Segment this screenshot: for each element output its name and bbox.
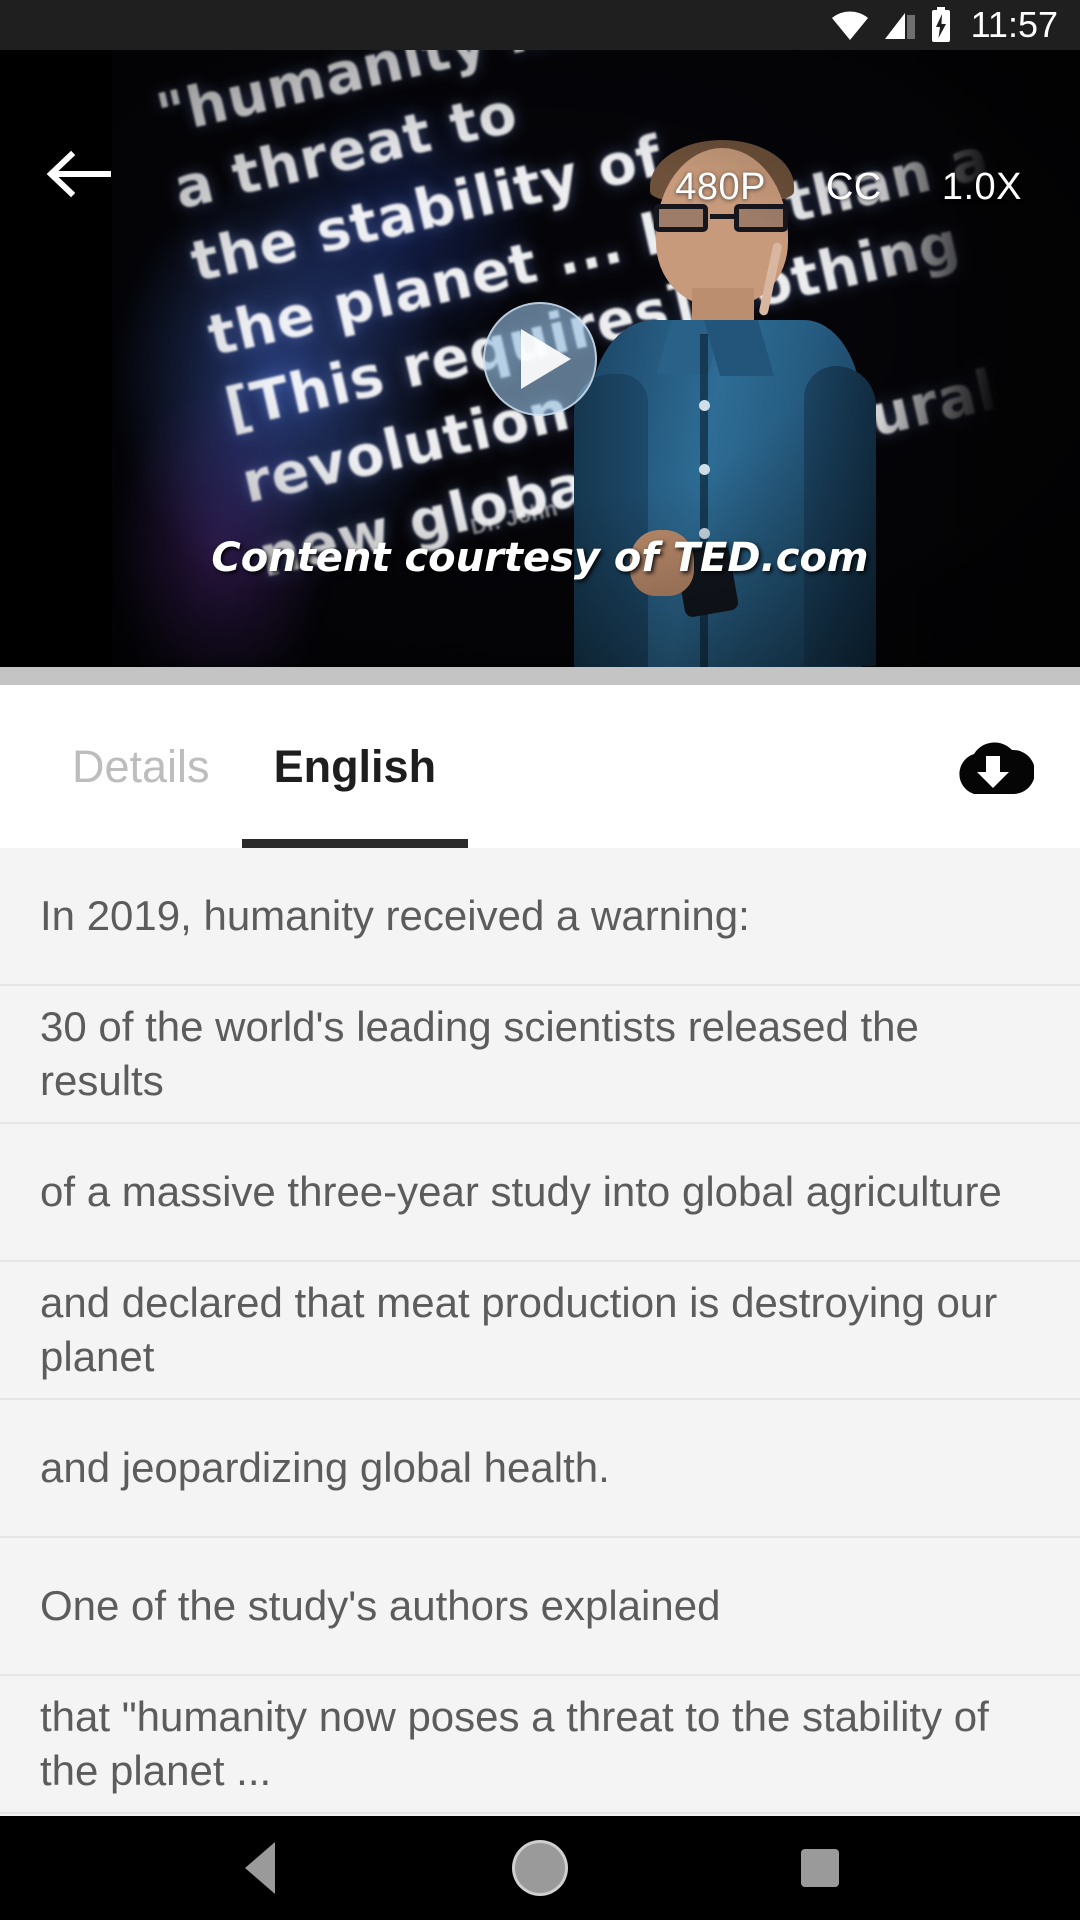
player-controls: 480P CC 1.0X: [645, 158, 1052, 217]
play-button[interactable]: [483, 301, 597, 416]
quality-button[interactable]: 480P: [645, 158, 796, 217]
play-icon: [521, 328, 571, 389]
transcript-line[interactable]: that "humanity now poses a threat to the…: [0, 1676, 1080, 1814]
nav-back-button[interactable]: [200, 1816, 320, 1920]
tab-english[interactable]: English: [241, 685, 469, 848]
battery-charging-icon: [930, 7, 952, 43]
captions-button[interactable]: CC: [796, 158, 912, 217]
back-button[interactable]: [42, 138, 114, 210]
tab-details[interactable]: Details: [40, 685, 242, 848]
download-button[interactable]: [944, 719, 1040, 815]
courtesy-caption: Content courtesy of TED.com: [211, 535, 869, 581]
square-recents-icon: [801, 1849, 839, 1887]
transcript-line[interactable]: and declared that meat production is des…: [0, 1262, 1080, 1400]
transcript-line[interactable]: 30 of the world's leading scientists rel…: [0, 986, 1080, 1124]
status-bar: 11:57: [0, 0, 1080, 50]
status-bar-clock: 11:57: [970, 4, 1058, 45]
back-arrow-icon: [46, 150, 111, 198]
transcript-line[interactable]: One of the study's authors explained: [0, 1538, 1080, 1676]
triangle-back-icon: [245, 1842, 275, 1894]
app-root: 11:57 "humanity now poses a threat to th…: [0, 0, 1080, 1920]
tab-bar: Details English: [0, 685, 1080, 848]
playback-speed-button[interactable]: 1.0X: [912, 158, 1052, 217]
transcript-line[interactable]: In 2019, humanity received a warning:: [0, 848, 1080, 986]
android-nav-bar: [0, 1816, 1080, 1920]
nav-recents-button[interactable]: [760, 1816, 880, 1920]
transcript-list[interactable]: In 2019, humanity received a warning: 30…: [0, 848, 1080, 1816]
cloud-download-icon: [959, 741, 1034, 794]
player-divider: [0, 667, 1080, 685]
wifi-icon: [830, 9, 870, 41]
circle-home-icon: [515, 1843, 565, 1893]
transcript-line[interactable]: of a massive three-year study into globa…: [0, 1124, 1080, 1262]
video-player[interactable]: "humanity now poses a threat to the stab…: [0, 50, 1080, 667]
nav-home-button[interactable]: [480, 1816, 600, 1920]
cellular-signal-icon: [883, 9, 917, 41]
transcript-line[interactable]: and jeopardizing global health.: [0, 1400, 1080, 1538]
